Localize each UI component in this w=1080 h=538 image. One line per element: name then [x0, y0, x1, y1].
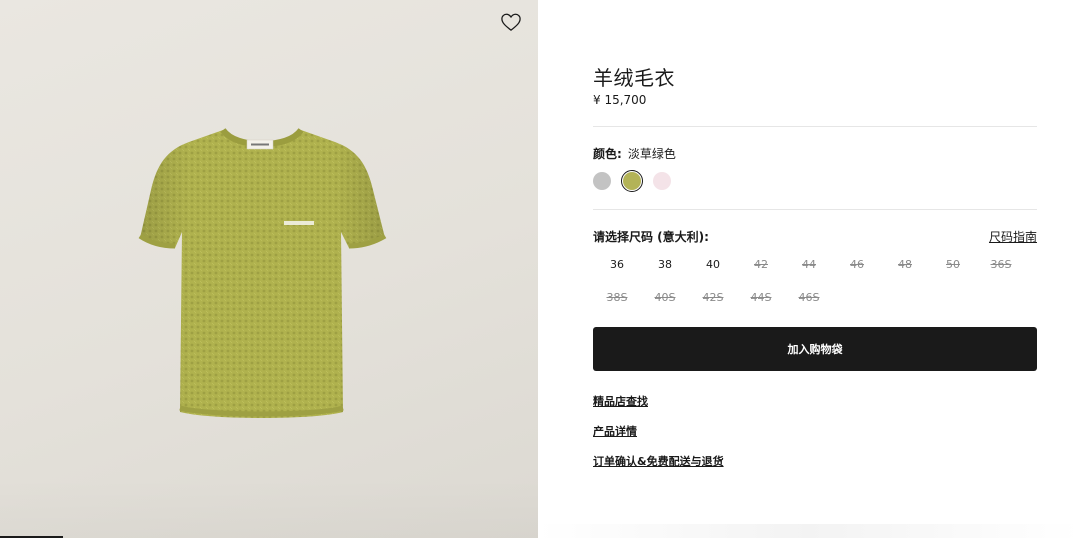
bottom-shadow — [538, 524, 1080, 538]
size-option[interactable]: 40S — [641, 285, 689, 309]
product-image-panel[interactable] — [0, 0, 538, 538]
color-swatch-pink[interactable] — [653, 172, 671, 190]
color-swatch-grass-green[interactable] — [621, 170, 643, 192]
product-title: 羊绒毛衣 — [593, 66, 675, 90]
size-guide-link[interactable]: 尺码指南 — [989, 228, 1037, 245]
image-floor-shading — [0, 478, 538, 538]
product-details-link[interactable]: 产品详情 — [593, 423, 724, 438]
product-price: ¥ 15,700 — [593, 93, 647, 107]
color-selected-name: 淡草绿色 — [627, 147, 676, 161]
size-option[interactable]: 44 — [785, 252, 833, 276]
size-options: 36 38 40 42 44 46 48 50 36S 38S 40S 42S … — [593, 252, 1037, 309]
size-option[interactable]: 36 — [593, 252, 641, 276]
color-row: 颜色: 淡草绿色 — [593, 145, 676, 162]
color-swatches — [593, 170, 671, 192]
color-swatch-gray[interactable] — [593, 172, 611, 190]
divider — [593, 209, 1037, 210]
size-label: 请选择尺码 (意大利): — [593, 230, 709, 244]
size-option[interactable]: 50 — [929, 252, 977, 276]
size-option[interactable]: 38 — [641, 252, 689, 276]
size-option[interactable]: 40 — [689, 252, 737, 276]
size-option[interactable]: 48 — [881, 252, 929, 276]
color-label: 颜色: — [593, 147, 622, 161]
size-option[interactable]: 38S — [593, 285, 641, 309]
size-header: 请选择尺码 (意大利): 尺码指南 — [593, 228, 1037, 245]
divider — [593, 126, 1037, 127]
size-option[interactable]: 46S — [785, 285, 833, 309]
store-locator-link[interactable]: 精品店查找 — [593, 393, 724, 408]
size-option[interactable]: 46 — [833, 252, 881, 276]
add-to-bag-button[interactable]: 加入购物袋 — [593, 327, 1037, 371]
size-option[interactable]: 42 — [737, 252, 785, 276]
size-option[interactable]: 36S — [977, 252, 1025, 276]
size-option[interactable]: 44S — [737, 285, 785, 309]
size-option[interactable]: 42S — [689, 285, 737, 309]
heart-icon[interactable] — [500, 12, 522, 32]
product-photo-sweater — [138, 128, 387, 418]
info-links: 精品店查找 产品详情 订单确认&免费配送与退货 — [593, 393, 724, 483]
shipping-returns-link[interactable]: 订单确认&免费配送与退货 — [593, 453, 724, 468]
